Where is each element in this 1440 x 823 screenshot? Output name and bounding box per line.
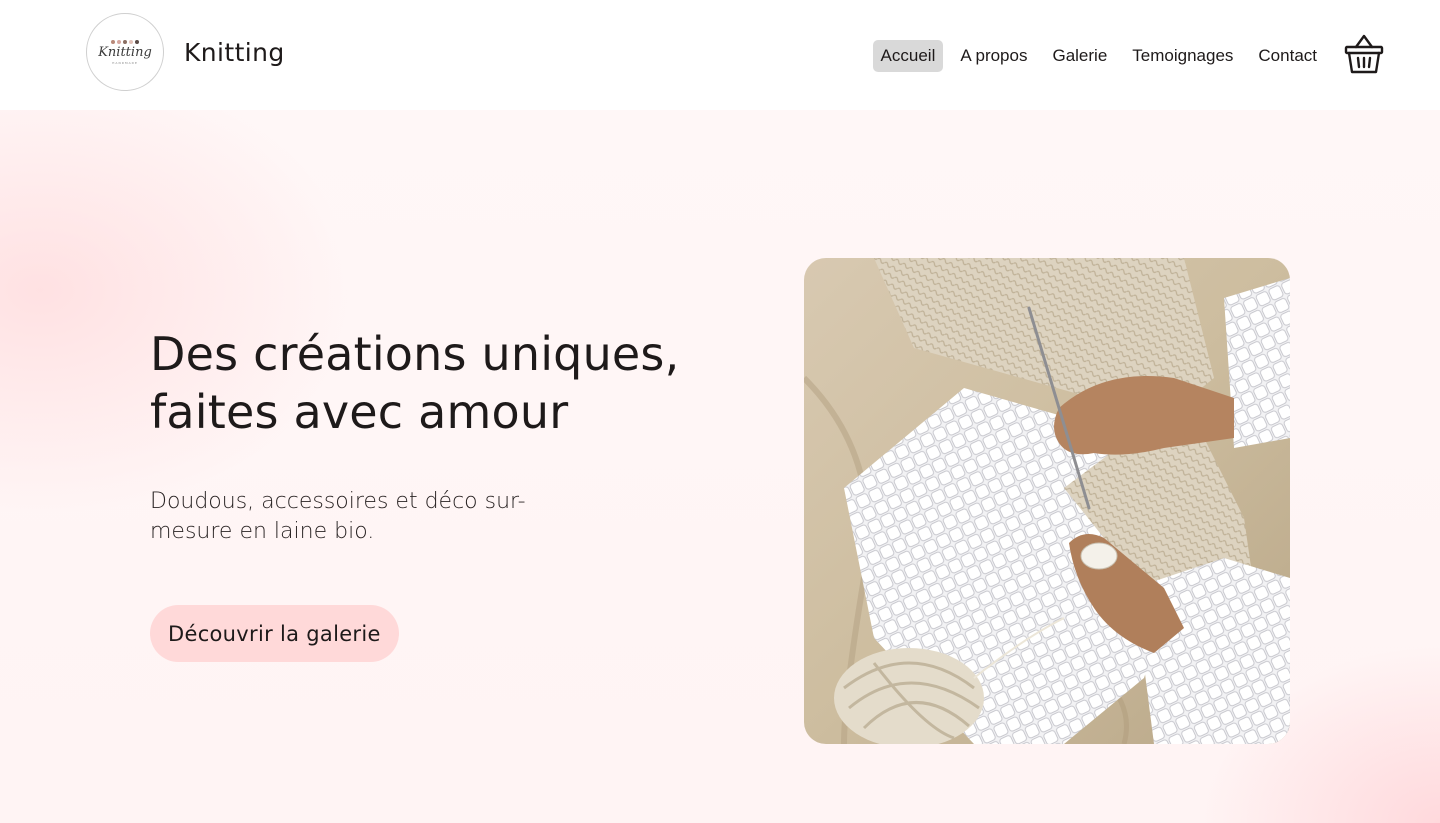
hero-section: Des créations uniques, faites avec amour… [0,110,1440,823]
brand-name[interactable]: Knitting [184,38,285,67]
basket-icon[interactable] [1344,33,1384,75]
brand-logo[interactable]: Knitting HANDMADE [86,13,164,91]
logo-script-text: Knitting [98,44,152,60]
hands-knitting-icon [804,258,1290,744]
hero-knitting-image [804,258,1290,744]
nav-item-accueil[interactable]: Accueil [872,40,944,72]
logo-color-dots [111,39,139,44]
nav-item-temoignages[interactable]: Temoignages [1124,40,1241,72]
nav-item-galerie[interactable]: Galerie [1044,40,1115,72]
logo-subtitle: HANDMADE [112,60,138,65]
nav-item-a-propos[interactable]: A propos [952,40,1035,72]
main-nav: Accueil A propos Galerie Temoignages Con… [864,40,1325,72]
hero-title: Des créations uniques, faites avec amour [150,327,680,439]
discover-gallery-button[interactable]: Découvrir la galerie [150,605,399,662]
hero-subtitle: Doudous, accessoires et déco sur-mesure … [150,489,526,544]
site-header: Knitting HANDMADE Knitting Accueil A pro… [0,0,1440,110]
nav-item-contact[interactable]: Contact [1250,40,1325,72]
